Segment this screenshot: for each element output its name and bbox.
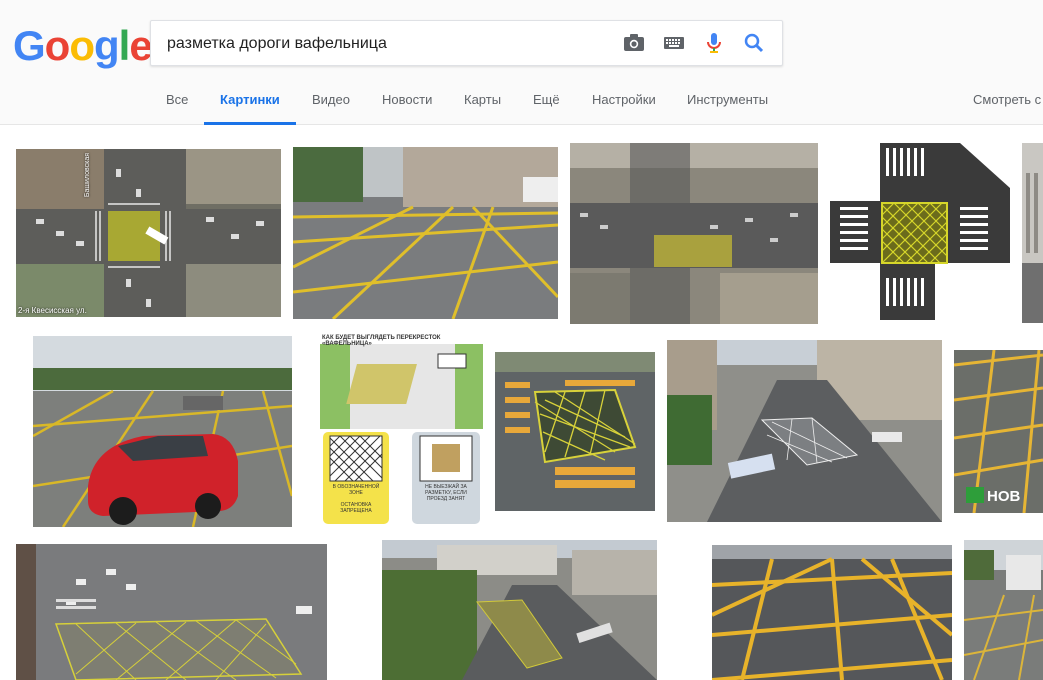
image-result[interactable] [667,340,942,522]
image-caption: 2-я Квесисская ул. [18,306,87,315]
tab-more[interactable]: Ещё [533,88,560,122]
image-result[interactable]: 2-я Квесисская ул. Башиловская [16,149,281,317]
tab-images[interactable]: Картинки [204,88,296,125]
tab-maps[interactable]: Карты [464,88,501,122]
image-result[interactable] [293,147,558,319]
image-result[interactable] [570,143,818,324]
tab-settings[interactable]: Настройки [592,88,656,122]
tab-tools[interactable]: Инструменты [687,88,768,122]
image-result[interactable] [1022,143,1043,323]
google-logo[interactable]: Google [13,22,153,70]
image-result[interactable] [382,540,657,680]
poster-panel-text: НЕ ВЫЕЗЖАЙ ЗА РАЗМЕТКУ, ЕСЛИ ПРОЕЗД ЗАНЯ… [425,484,467,502]
image-result[interactable] [712,545,952,680]
channel-watermark: НОВ [966,487,1020,505]
watermark-text: НОВ [987,488,1021,505]
image-result[interactable]: КАК БУДЕТ ВЫГЛЯДЕТЬ ПЕРЕКРЕСТОК «ВАФЕЛЬН… [320,334,483,525]
image-result[interactable] [33,336,292,527]
header: Google Все Картинки Видео Новости Карты … [0,0,1043,125]
image-result[interactable]: НОВ [954,350,1043,513]
image-result[interactable] [495,352,655,511]
image-result[interactable] [830,143,1010,320]
microphone-icon[interactable] [702,31,726,55]
poster-title: КАК БУДЕТ ВЫГЛЯДЕТЬ ПЕРЕКРЕСТОК «ВАФЕЛЬН… [322,335,441,347]
poster-panel-text: В ОБОЗНАЧЕННОЙ ЗОНЕ [332,484,380,496]
image-result[interactable] [964,540,1043,680]
search-box [150,20,783,67]
safesearch-link[interactable]: Смотреть с [973,88,1041,112]
search-tabs: Все Картинки Видео Новости Карты Ещё Нас… [0,88,1043,125]
tab-news[interactable]: Новости [382,88,432,122]
tab-video[interactable]: Видео [312,88,350,122]
camera-icon[interactable] [622,31,646,55]
poster-panel-text: ОСТАНОВКА ЗАПРЕЩЕНА [340,502,372,514]
search-input[interactable] [165,21,609,67]
keyboard-icon[interactable] [662,31,686,55]
image-side-caption: Башиловская [84,153,91,198]
search-icon[interactable] [742,31,766,55]
tab-all[interactable]: Все [166,88,188,122]
ntv-logo-icon [966,487,984,503]
image-result[interactable] [16,544,327,680]
